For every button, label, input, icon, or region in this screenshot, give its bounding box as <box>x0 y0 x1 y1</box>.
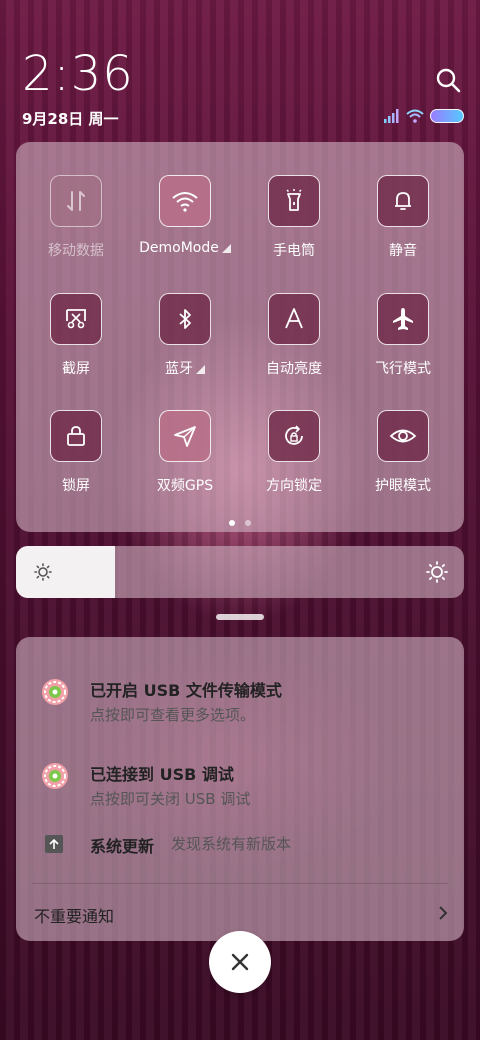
tile-airplane[interactable]: 飞行模式 <box>349 293 457 378</box>
close-icon <box>231 953 249 971</box>
update-title: 系统更新 <box>90 837 155 856</box>
tile-demomode[interactable]: DemoMode <box>131 175 239 256</box>
airplane-icon <box>377 293 429 345</box>
tile-label: 护眼模式 <box>375 478 431 494</box>
lock-icon <box>50 410 102 462</box>
auto-brightness-icon <box>268 293 320 345</box>
tile-dual-gps[interactable]: 双频GPS <box>131 410 239 495</box>
notification-usb-debug[interactable]: 已连接到 USB 调试 点按即可关闭 USB 调试 <box>16 761 464 815</box>
tile-label: 手电筒 <box>273 243 315 259</box>
flashlight-icon <box>268 175 320 227</box>
quick-settings-panel: 移动数据 DemoMode 手电筒 静音 截屏 蓝牙 自动亮度 飞行模式 锁屏 … <box>16 142 464 532</box>
update-description: 发现系统有新版本 <box>171 835 292 853</box>
battery-icon <box>430 109 464 123</box>
page-dot <box>245 520 251 526</box>
tile-screenshot[interactable]: 截屏 <box>22 293 130 378</box>
tile-flashlight[interactable]: 手电筒 <box>240 175 348 260</box>
expand-caret-icon <box>221 243 231 253</box>
date: 9月28日 周一 <box>22 110 119 128</box>
rotation-lock-icon <box>268 410 320 462</box>
clear-all-button[interactable] <box>209 931 271 993</box>
brightness-fill <box>16 546 115 598</box>
tile-label: 静音 <box>389 243 417 259</box>
search-icon[interactable] <box>434 66 462 94</box>
drag-handle[interactable] <box>216 614 264 620</box>
tile-label: 飞行模式 <box>375 361 431 377</box>
brightness-slider[interactable] <box>16 546 464 598</box>
tile-auto-brightness[interactable]: 自动亮度 <box>240 293 348 378</box>
tile-label: 蓝牙 <box>165 361 193 377</box>
tile-bluetooth[interactable]: 蓝牙 <box>131 293 239 378</box>
divider <box>32 883 448 884</box>
bell-icon <box>377 175 429 227</box>
tile-label: 方向锁定 <box>266 478 322 494</box>
tile-label: DemoMode <box>139 240 219 256</box>
notification-title: 已开启 USB 文件传输模式 <box>90 681 282 700</box>
tile-eye-mode[interactable]: 护眼模式 <box>349 410 457 495</box>
page-dot <box>229 520 235 526</box>
tile-label: 自动亮度 <box>266 361 322 377</box>
chevron-right-icon <box>439 906 448 920</box>
eye-icon <box>377 410 429 462</box>
expand-caret-icon <box>196 364 205 374</box>
tile-mobile-data[interactable]: 移动数据 <box>22 175 130 260</box>
unimportant-label: 不重要通知 <box>34 907 115 926</box>
bluetooth-icon <box>159 293 211 345</box>
tile-lock-screen[interactable]: 锁屏 <box>22 410 130 495</box>
unimportant-notifications-row[interactable]: 不重要通知 <box>16 893 464 933</box>
signal-icon <box>384 109 399 123</box>
android-debug-icon <box>42 679 68 705</box>
brightness-low-icon <box>34 563 52 581</box>
gps-icon <box>159 410 211 462</box>
mobile-data-icon <box>50 175 102 227</box>
tile-mute[interactable]: 静音 <box>349 175 457 260</box>
notification-subtitle: 点按即可关闭 USB 调试 <box>90 790 251 808</box>
brightness-high-icon <box>426 561 448 583</box>
notification-subtitle: 点按即可查看更多选项。 <box>90 706 256 724</box>
tile-label: 双频GPS <box>156 478 214 494</box>
wifi-status-icon <box>406 109 424 123</box>
tile-label: 锁屏 <box>62 478 90 494</box>
tile-label: 移动数据 <box>48 243 104 259</box>
android-debug-icon <box>42 763 68 789</box>
notification-panel: 已开启 USB 文件传输模式 点按即可查看更多选项。 已连接到 USB 调试 点… <box>16 637 464 941</box>
screenshot-icon <box>50 293 102 345</box>
notification-title: 已连接到 USB 调试 <box>90 765 234 784</box>
notification-usb-transfer[interactable]: 已开启 USB 文件传输模式 点按即可查看更多选项。 <box>16 677 464 731</box>
wifi-icon <box>159 175 211 227</box>
clock: 2:36 <box>22 46 134 102</box>
tile-rotation-lock[interactable]: 方向锁定 <box>240 410 348 495</box>
status-icons <box>384 108 464 124</box>
page-indicator <box>16 520 464 526</box>
tile-label: 截屏 <box>62 361 90 377</box>
update-arrow-icon <box>45 835 63 853</box>
notification-system-update[interactable]: 系统更新 发现系统有新版本 <box>16 831 464 861</box>
